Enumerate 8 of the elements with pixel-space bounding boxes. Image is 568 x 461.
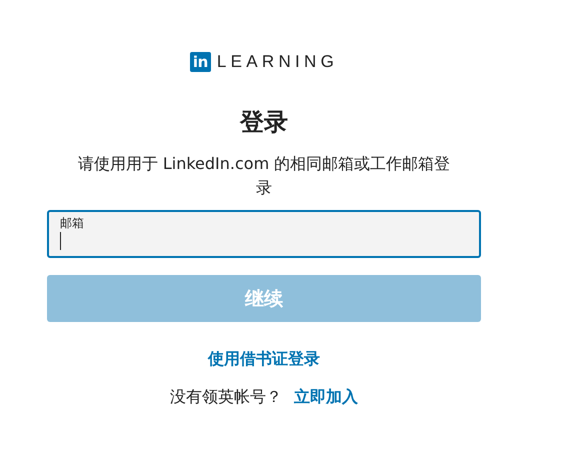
page-heading: 登录 bbox=[240, 107, 288, 138]
logo-wordmark: LEARNING bbox=[216, 52, 338, 72]
logo-badge: in bbox=[190, 52, 211, 72]
subtitle: 请使用用于 LinkedIn.com 的相同邮箱或工作邮箱登录 bbox=[76, 153, 452, 199]
signup-prompt: 没有领英帐号？ bbox=[170, 387, 282, 408]
email-field[interactable]: 邮箱 bbox=[47, 210, 481, 258]
library-card-link[interactable]: 使用借书证登录 bbox=[208, 349, 320, 370]
join-link[interactable]: 立即加入 bbox=[294, 387, 358, 408]
